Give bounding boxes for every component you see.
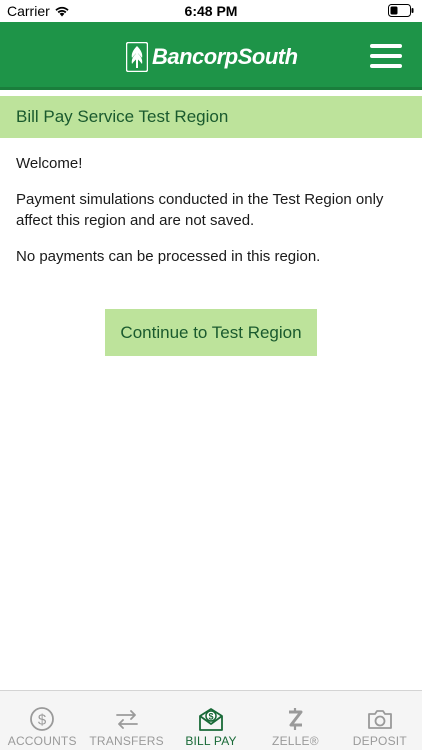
svg-text:$: $ [209,712,214,722]
status-bar: Carrier 6:48 PM [0,0,422,22]
tab-label-transfers: TRANSFERS [89,734,164,748]
svg-text:$: $ [38,712,47,729]
camera-icon [367,710,392,729]
welcome-text: Welcome! [16,155,83,172]
tab-label-accounts: ACCOUNTS [7,734,77,748]
tree-logo-icon [126,42,148,72]
transfer-arrows-icon [115,710,138,729]
tab-transfers[interactable]: TRANSFERS [84,691,168,750]
battery-icon [388,4,414,17]
region-title: Bill Pay Service Test Region [16,107,229,126]
bancorpsouth-logo: BancorpSouth [126,42,298,72]
tab-deposit[interactable]: DEPOSIT [338,691,422,750]
brand-name: BancorpSouth [152,44,298,69]
dollar-circle-icon: $ [30,707,55,731]
continue-to-test-region-button[interactable]: Continue to Test Region [105,309,317,356]
hamburger-menu-icon[interactable] [370,44,402,68]
tab-label-zelle: ZELLE® [272,734,319,748]
info-paragraph-no-payments: No payments can be processed in this reg… [16,248,321,265]
tab-bill-pay[interactable]: $ BILL PAY [169,691,253,750]
info-paragraph-simulations: Payment simulations conducted in the Tes… [16,191,384,229]
bottom-tab-bar: $ ACCOUNTS TRANSFERS $ BILL PAY ZELLE® D… [0,690,422,750]
zelle-icon [289,708,303,730]
app-header: BancorpSouth [0,22,422,90]
clock: 6:48 PM [184,3,238,19]
tab-accounts[interactable]: $ ACCOUNTS [0,691,84,750]
tab-label-bill-pay: BILL PAY [185,734,237,748]
tab-zelle[interactable]: ZELLE® [253,691,337,750]
region-banner: Bill Pay Service Test Region [0,96,422,138]
bill-envelope-icon: $ [199,708,223,731]
tab-label-deposit: DEPOSIT [352,734,407,748]
main-content: Welcome! Payment simulations conducted i… [16,153,408,282]
